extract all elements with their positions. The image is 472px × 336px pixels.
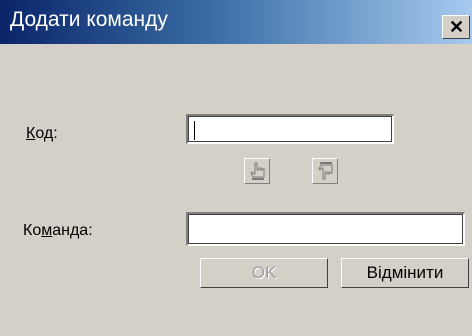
title-bar[interactable]: Додати команду ✕ xyxy=(0,0,472,44)
command-label-accelerator: м xyxy=(41,222,53,239)
command-label-prefix: Ко xyxy=(23,222,42,239)
close-icon: ✕ xyxy=(449,17,465,37)
pointing-up-hand-icon xyxy=(250,162,265,180)
code-field[interactable] xyxy=(186,114,394,144)
command-label-text: анда: xyxy=(52,222,93,239)
close-button[interactable]: ✕ xyxy=(442,15,470,39)
command-input[interactable] xyxy=(188,214,464,245)
code-label: Код: xyxy=(26,125,58,143)
window-title: Додати команду xyxy=(10,8,168,31)
add-command-dialog: Додати команду ✕ Код: Команда: OK Відмін… xyxy=(0,0,472,336)
move-down-button[interactable] xyxy=(312,158,338,184)
pointing-down-hand-icon xyxy=(318,162,333,180)
code-input[interactable] xyxy=(188,116,393,143)
text-caret xyxy=(194,121,195,140)
code-label-accelerator: К xyxy=(26,125,36,142)
code-label-text: од: xyxy=(35,125,58,142)
command-field[interactable] xyxy=(186,212,465,246)
ok-button[interactable]: OK xyxy=(200,258,328,288)
move-up-button[interactable] xyxy=(244,158,270,184)
cancel-button[interactable]: Відмінити xyxy=(341,258,469,288)
command-label: Команда: xyxy=(23,222,93,240)
